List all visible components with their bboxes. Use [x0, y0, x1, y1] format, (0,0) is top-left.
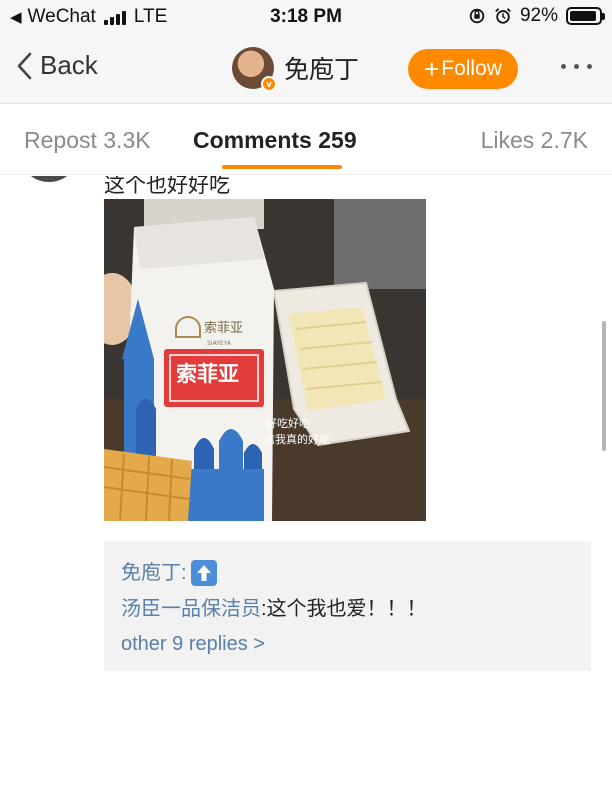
- caption-line-2: 信我真的好吃: [264, 432, 330, 446]
- more-options-icon[interactable]: [561, 64, 592, 69]
- nav-bar: Back v 免庖丁 + Follow: [0, 34, 612, 104]
- comments-list[interactable]: 这个也好好吃 索菲亚 SIAYEYA 索菲亚 好吃好吃 信我真的好吃 免庖丁:…: [0, 176, 612, 792]
- brand-text: 索菲亚: [176, 362, 239, 386]
- reply-item[interactable]: 汤臣一品保洁员 : 这个我也爱！！！: [121, 591, 591, 627]
- reply-user[interactable]: 免庖丁: [121, 560, 181, 586]
- ice-cream-photo: 索菲亚 SIAYEYA 索菲亚 好吃好吃 信我真的好吃: [104, 199, 426, 521]
- tab-bar: Repost 3.3K Comments 259 Likes 2.7K: [0, 105, 612, 175]
- reply-user[interactable]: 汤臣一品保洁员: [121, 596, 261, 622]
- status-right: 92%: [460, 5, 605, 27]
- battery-fill: [570, 11, 596, 21]
- up-arrow-icon: [190, 560, 217, 586]
- rotation-lock-icon: [469, 8, 485, 24]
- chevron-left-icon: [17, 52, 32, 79]
- verified-badge-icon: v: [261, 76, 277, 92]
- active-tab-indicator: [222, 165, 342, 169]
- comment-text: 这个也好好吃: [104, 176, 230, 197]
- tab-repost[interactable]: Repost 3.3K: [24, 127, 151, 154]
- status-bar: ◀ WeChat LTE 3:18 PM 92%: [0, 0, 612, 34]
- reply-text: 这个我也爱！！！: [266, 598, 427, 620]
- reply-item[interactable]: 免庖丁 :: [121, 555, 591, 591]
- nav-username: 免庖丁: [284, 56, 360, 84]
- alarm-icon: [495, 8, 511, 24]
- nav-user[interactable]: v 免庖丁: [232, 47, 360, 92]
- brand-latin-text: SIAYEYA: [207, 340, 232, 347]
- commenter-avatar[interactable]: [22, 176, 76, 182]
- tab-comments[interactable]: Comments 259: [193, 127, 357, 154]
- scrollbar[interactable]: [602, 321, 606, 451]
- battery-percent: 92%: [519, 5, 558, 26]
- comment-image[interactable]: 索菲亚 SIAYEYA 索菲亚 好吃好吃 信我真的好吃: [104, 199, 426, 521]
- back-button[interactable]: Back: [16, 50, 98, 81]
- replies-box[interactable]: 免庖丁 : 汤臣一品保洁员 : 这个我也爱！！！ other 9 replies…: [104, 541, 591, 671]
- back-label: Back: [40, 50, 98, 80]
- plus-icon: +: [424, 54, 440, 84]
- tab-likes[interactable]: Likes 2.7K: [481, 127, 588, 154]
- follow-label: Follow: [441, 57, 502, 80]
- avatar[interactable]: v: [232, 47, 277, 92]
- follow-button[interactable]: + Follow: [408, 49, 518, 89]
- reply-separator: :: [181, 562, 187, 584]
- caption-line-1: 好吃好吃: [266, 416, 310, 430]
- battery-icon: [566, 7, 605, 25]
- brand-small-text: 索菲亚: [204, 321, 243, 336]
- more-replies-link[interactable]: other 9 replies >: [121, 633, 265, 656]
